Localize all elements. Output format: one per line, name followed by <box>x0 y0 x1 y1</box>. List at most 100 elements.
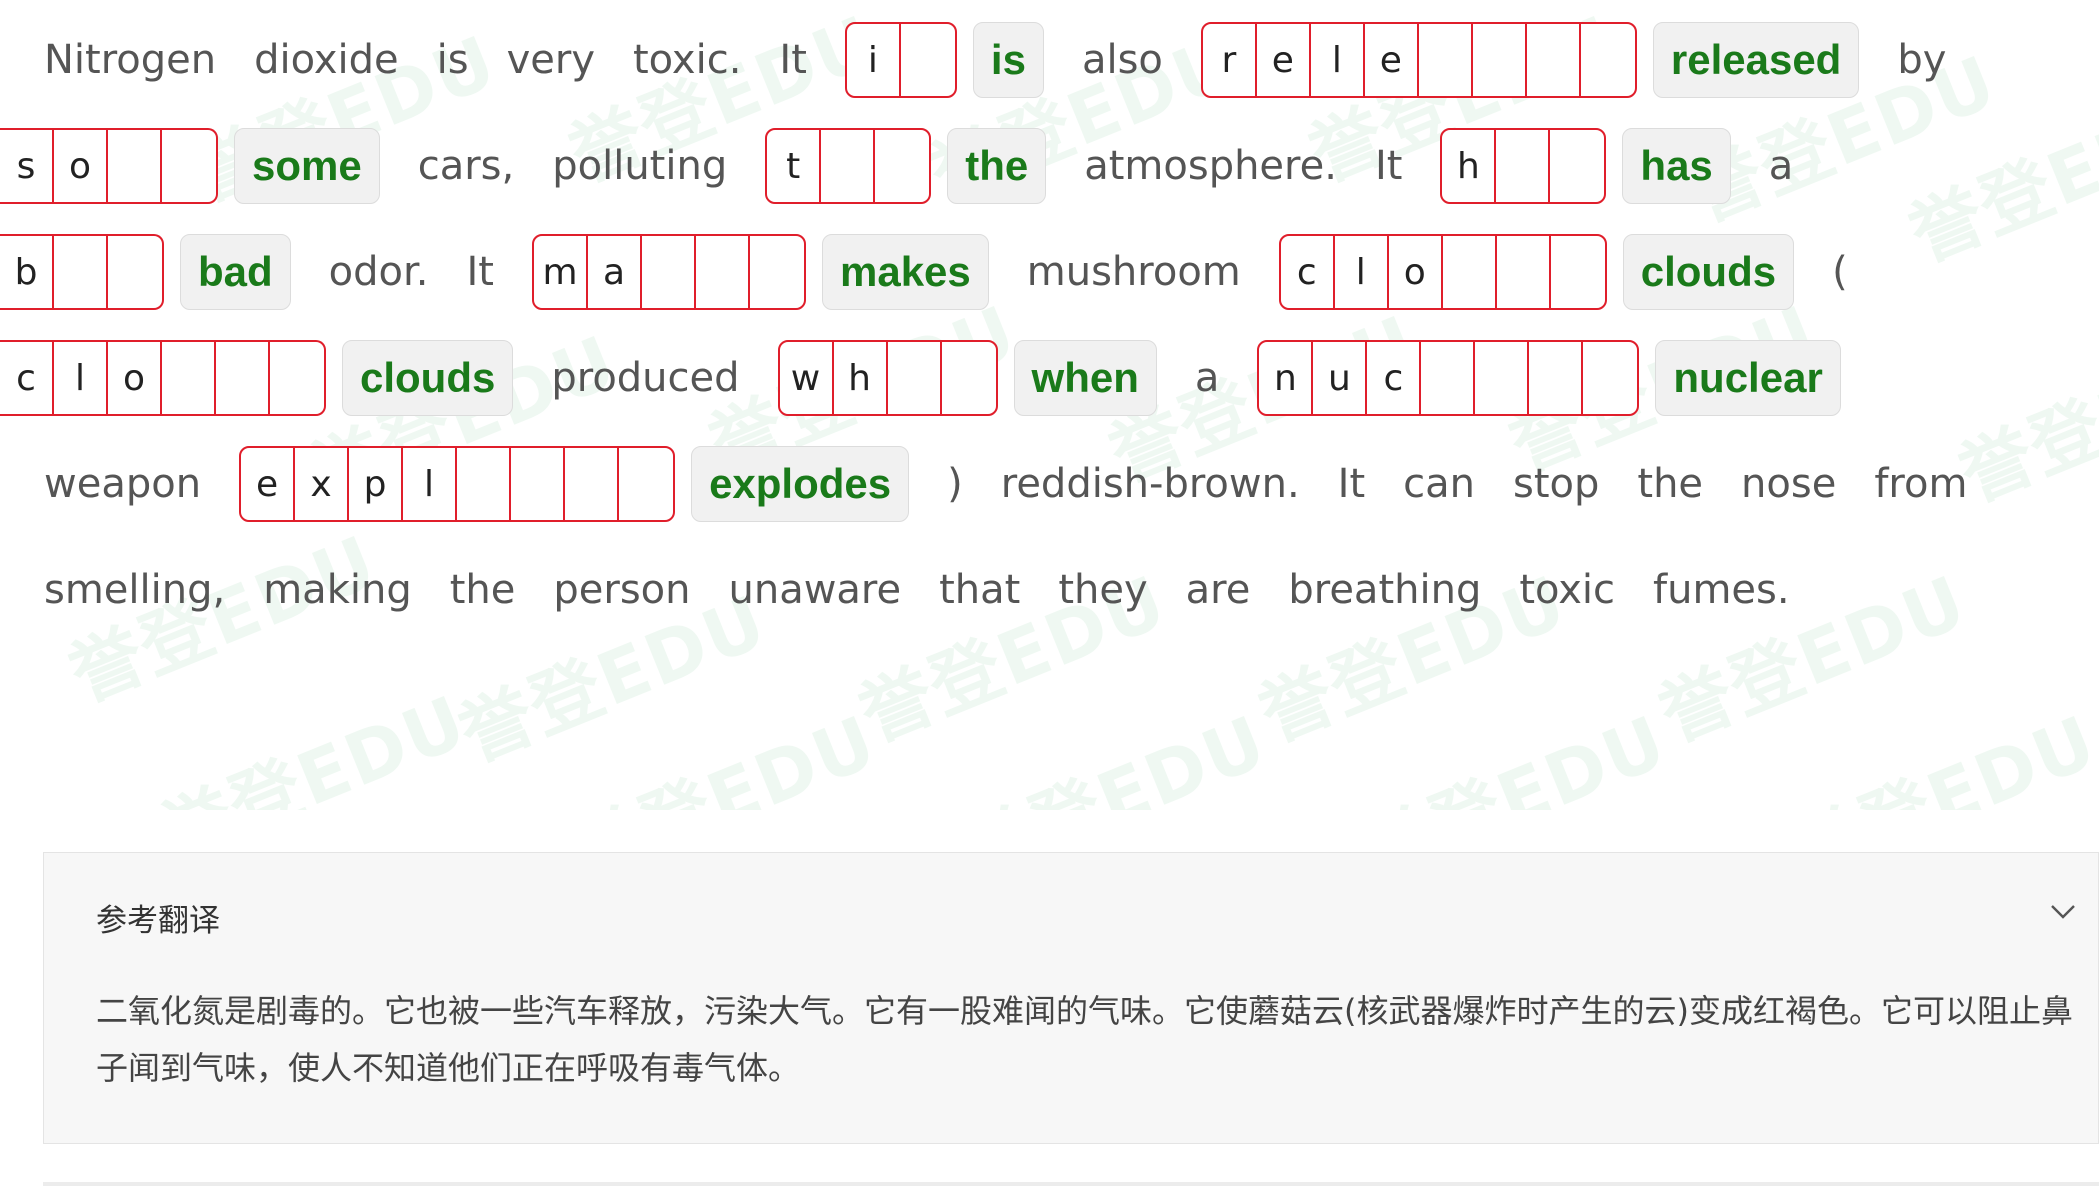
answer-badge: makes <box>821 234 989 310</box>
letter-cell-empty[interactable] <box>942 342 996 414</box>
letter-cell[interactable]: u <box>1313 342 1368 414</box>
letter-cell[interactable]: o <box>54 130 108 202</box>
letter-cell[interactable]: o <box>1389 236 1443 308</box>
letter-cell[interactable]: e <box>1365 24 1419 96</box>
letter-cell-empty[interactable] <box>619 448 673 520</box>
letter-cell-empty[interactable] <box>1583 342 1637 414</box>
passage-word: fumes. <box>1653 567 1790 613</box>
letter-cells[interactable]: b <box>0 234 164 310</box>
letter-cell[interactable]: p <box>349 448 404 520</box>
letter-cell-empty[interactable] <box>162 342 216 414</box>
letter-cell-empty[interactable] <box>750 236 804 308</box>
passage-word: unaware <box>728 567 902 613</box>
letter-cell[interactable]: h <box>1442 130 1497 202</box>
passage-word: nose <box>1741 461 1837 507</box>
letter-cells[interactable]: ma <box>531 234 806 310</box>
passage-word: It <box>779 37 807 83</box>
letter-cell-empty[interactable] <box>108 236 162 308</box>
letter-cell-empty[interactable] <box>642 236 696 308</box>
passage-word: a <box>1768 143 1794 189</box>
watermark-logo: 誉登EDU <box>1348 699 1678 810</box>
letter-cell-empty[interactable] <box>821 130 876 202</box>
letter-cell[interactable]: x <box>295 448 350 520</box>
letter-cells[interactable]: t <box>765 128 932 204</box>
letter-cell[interactable]: i <box>847 24 901 96</box>
chevron-down-icon[interactable] <box>2048 899 2078 923</box>
answer-badge: is <box>972 22 1044 98</box>
passage-word: toxic. <box>633 37 742 83</box>
letter-cell-empty[interactable] <box>1581 24 1635 96</box>
translation-text: 二氧化氮是剧毒的。它也被一些汽车释放，污染大气。它有一股难闻的气味。它使蘑菇云(… <box>96 992 2073 1087</box>
letter-cells[interactable]: i <box>844 22 957 98</box>
letter-cell[interactable]: e <box>1257 24 1311 96</box>
passage-word: ) <box>947 461 963 507</box>
passage-line: b bad odor. It m a makes mushroom c l o clouds( <box>0 232 1886 312</box>
letter-cells[interactable]: expl <box>239 446 676 522</box>
letter-cells[interactable]: so <box>0 128 218 204</box>
divider <box>43 1182 2099 1186</box>
letter-cell-empty[interactable] <box>457 448 512 520</box>
letter-cell[interactable]: o <box>108 342 162 414</box>
letter-cell-empty[interactable] <box>270 342 324 414</box>
letter-cell[interactable]: c <box>1281 236 1335 308</box>
letter-cell[interactable]: l <box>403 448 458 520</box>
letter-cell[interactable]: c <box>1367 342 1422 414</box>
letter-cell-empty[interactable] <box>162 130 216 202</box>
passage-word: odor. <box>328 249 429 295</box>
letter-cell[interactable]: n <box>1259 342 1314 414</box>
translation-title: 参考翻译 <box>96 903 220 939</box>
watermark-logo: 誉登EDU <box>948 699 1278 810</box>
passage-word: It <box>1374 143 1403 189</box>
letter-cell-empty[interactable] <box>511 448 566 520</box>
passage-line: s o some cars, polluting t the atmosphere. It h ha… <box>0 126 1831 206</box>
letter-cell-empty[interactable] <box>1529 342 1584 414</box>
letter-cell-empty[interactable] <box>216 342 270 414</box>
letter-cell[interactable]: b <box>0 236 54 308</box>
letter-cell[interactable]: a <box>588 236 642 308</box>
letter-cell-empty[interactable] <box>54 236 108 308</box>
passage-word: that <box>939 567 1021 613</box>
letter-cell[interactable]: l <box>54 342 108 414</box>
letter-cell-empty[interactable] <box>901 24 955 96</box>
letter-cell-empty[interactable] <box>888 342 942 414</box>
letter-cell-empty[interactable] <box>1475 342 1530 414</box>
passage-word: produced <box>551 355 740 401</box>
letter-cells[interactable]: nuc <box>1257 340 1640 416</box>
letter-cell-empty[interactable] <box>1551 236 1605 308</box>
answer-badge: clouds <box>1622 234 1795 310</box>
letter-cells[interactable]: h <box>1440 128 1607 204</box>
letter-cell-empty[interactable] <box>565 448 620 520</box>
letter-cell[interactable]: l <box>1311 24 1365 96</box>
letter-cell-empty[interactable] <box>108 130 162 202</box>
letter-cell-empty[interactable] <box>1527 24 1581 96</box>
letter-cell-empty[interactable] <box>1497 236 1551 308</box>
answer-badge: released <box>1652 22 1860 98</box>
letter-cells[interactable]: wh <box>777 340 998 416</box>
passage-word: It <box>466 249 494 295</box>
letter-cell-empty[interactable] <box>1473 24 1527 96</box>
letter-cells[interactable]: clo <box>0 340 326 416</box>
letter-cell[interactable]: s <box>0 130 54 202</box>
letter-cell-empty[interactable] <box>1419 24 1473 96</box>
letter-cells[interactable]: clo <box>1278 234 1607 310</box>
letter-cell-empty[interactable] <box>696 236 750 308</box>
letter-cell-empty[interactable] <box>1496 130 1551 202</box>
passage-word: they <box>1058 567 1148 613</box>
letter-cell[interactable]: l <box>1335 236 1389 308</box>
letter-cell[interactable]: h <box>834 342 888 414</box>
passage-word: also <box>1081 37 1163 83</box>
letter-cell[interactable]: c <box>0 342 54 414</box>
letter-cell-empty[interactable] <box>1421 342 1476 414</box>
letter-cell[interactable]: r <box>1203 24 1257 96</box>
letter-cell-empty[interactable] <box>1550 130 1604 202</box>
passage-word: making <box>263 567 412 613</box>
passage-word: are <box>1185 567 1251 613</box>
letter-cell[interactable]: w <box>780 342 834 414</box>
letter-cell-empty[interactable] <box>1443 236 1497 308</box>
letter-cell[interactable]: t <box>767 130 822 202</box>
letter-cell[interactable]: e <box>241 448 296 520</box>
letter-cells[interactable]: rele <box>1200 22 1637 98</box>
letter-cell-empty[interactable] <box>875 130 929 202</box>
letter-cell[interactable]: m <box>534 236 588 308</box>
passage-word: the <box>1637 461 1704 507</box>
